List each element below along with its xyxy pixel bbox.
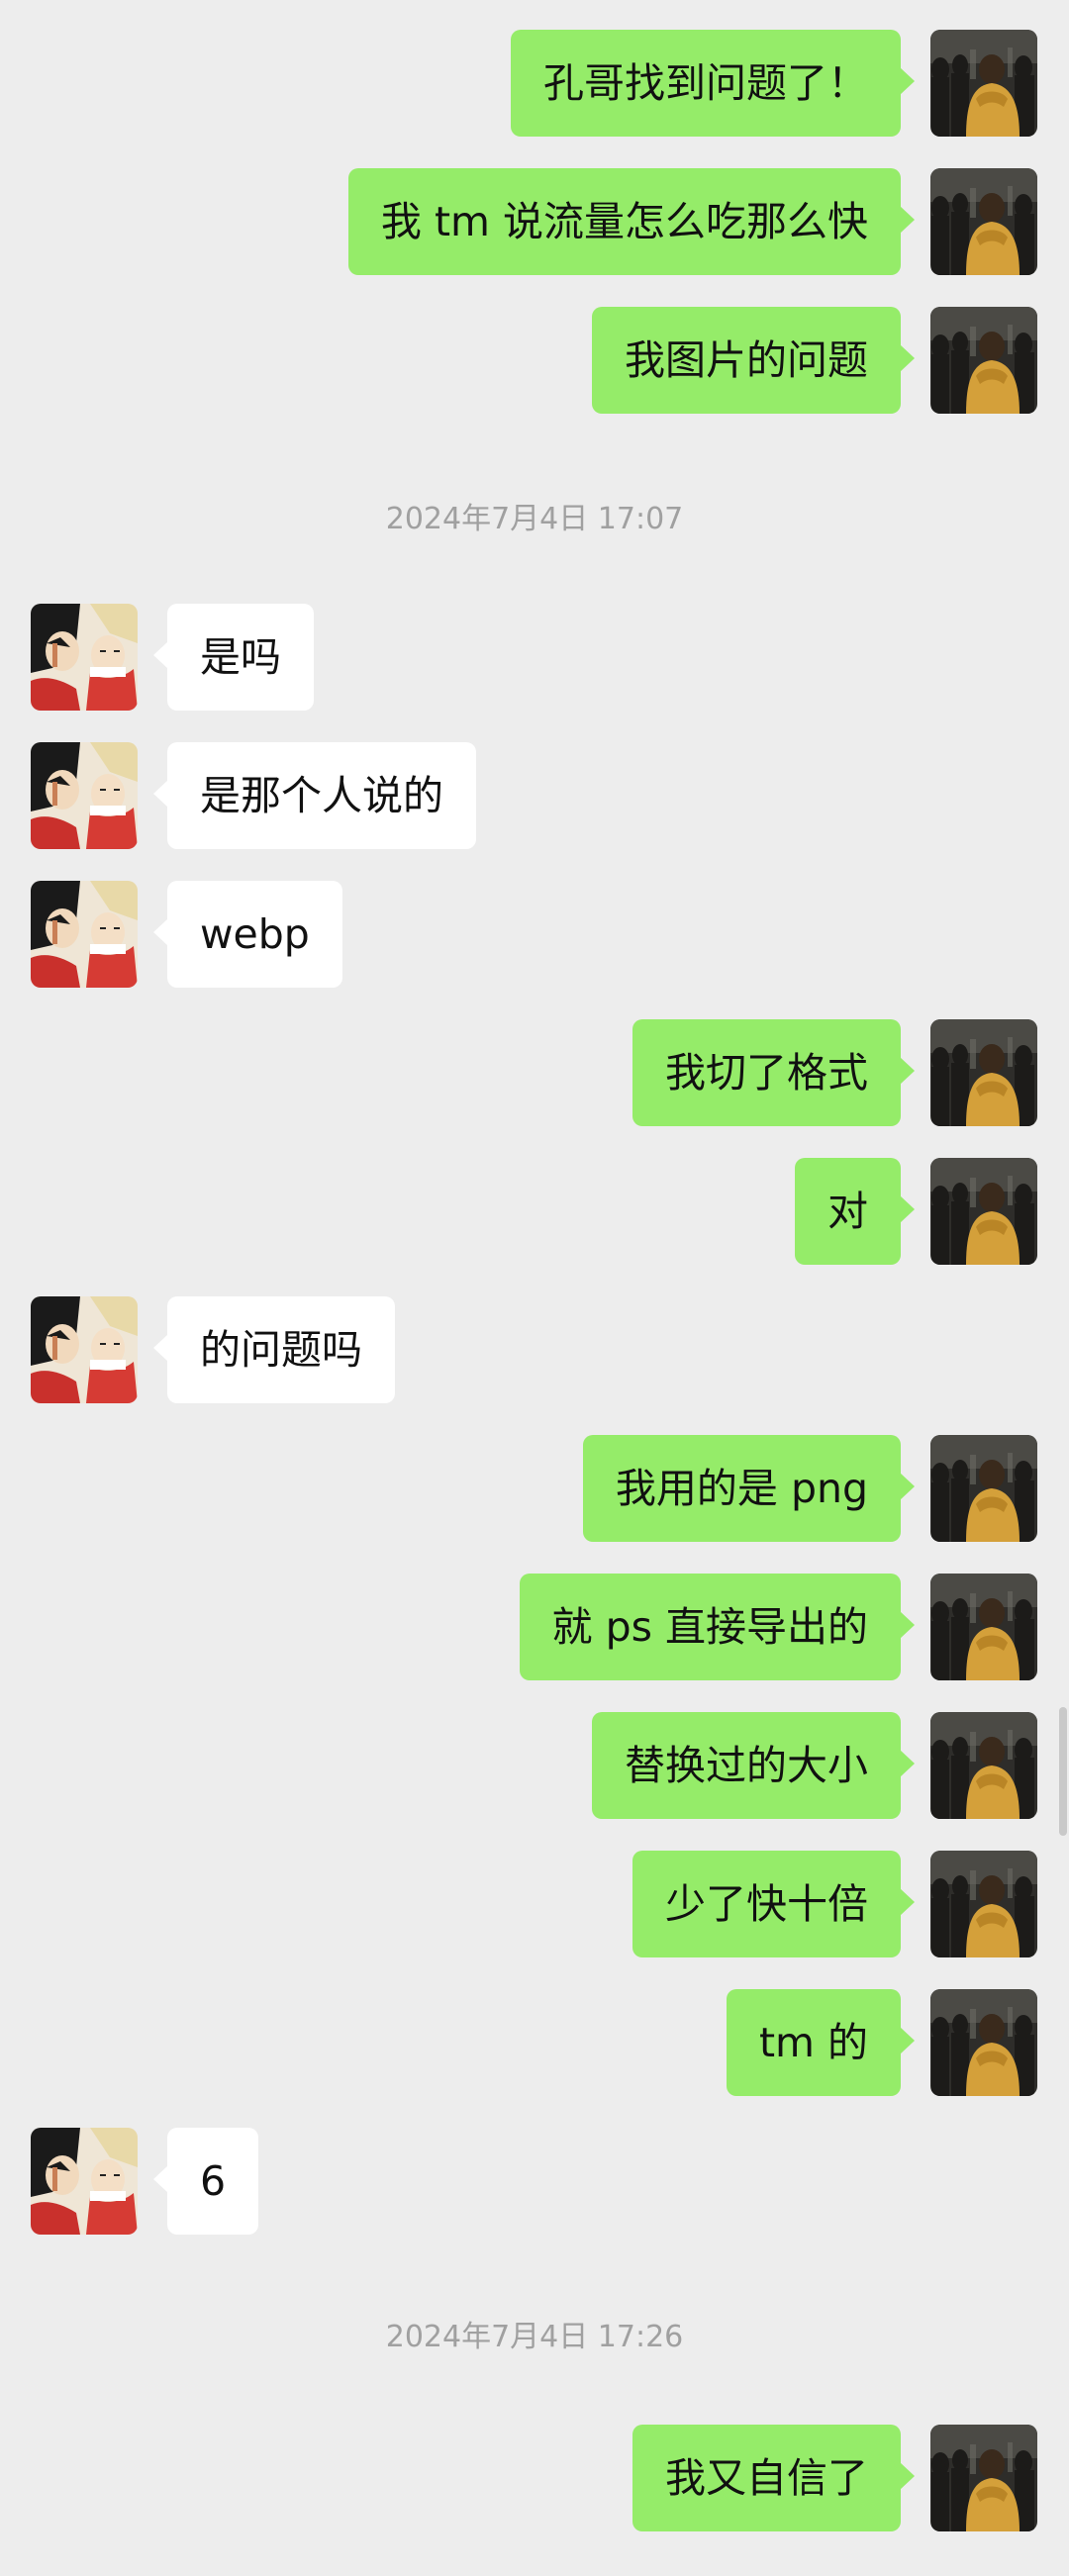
avatar-self-icon[interactable] xyxy=(930,30,1037,137)
message-row-outgoing: tm 的 xyxy=(0,1989,1069,2096)
avatar-contact-icon[interactable] xyxy=(31,881,138,988)
message-bubble[interactable]: 的问题吗 xyxy=(153,1296,395,1403)
message-row-outgoing: 对 xyxy=(0,1158,1069,1265)
message-bubble[interactable]: 对 xyxy=(795,1158,915,1265)
avatar-self-icon[interactable] xyxy=(930,1712,1037,1819)
message-row-outgoing: 少了快十倍 xyxy=(0,1851,1069,1957)
message-bubble[interactable]: 6 xyxy=(152,2128,259,2235)
avatar-self-icon[interactable] xyxy=(930,1435,1037,1542)
avatar-self-icon[interactable] xyxy=(930,168,1037,275)
message-bubble[interactable]: 我又自信了 xyxy=(632,2425,915,2531)
timestamp: 2024年7月4日 17:26 xyxy=(385,2320,684,2354)
message-bubble[interactable]: webp xyxy=(153,881,342,988)
message-row-outgoing: 孔哥找到问题了！ xyxy=(0,30,1069,137)
avatar-contact-icon[interactable] xyxy=(31,742,138,849)
message-bubble[interactable]: 替换过的大小 xyxy=(592,1712,915,1819)
message-bubble[interactable]: 我图片的问题 xyxy=(592,307,915,414)
chat-area[interactable]: 孔哥找到问题了！ 我 tm 说流量怎么吃那么快 我图片的问题 2024年7月4日 … xyxy=(0,0,1069,2576)
avatar-self-icon[interactable] xyxy=(930,307,1037,414)
message-row-incoming: 的问题吗 xyxy=(0,1296,1069,1403)
message-bubble[interactable]: 是那个人说的 xyxy=(153,742,476,849)
message-row-incoming: 是那个人说的 xyxy=(0,742,1069,849)
avatar-self-icon[interactable] xyxy=(930,1851,1037,1957)
avatar-contact-icon[interactable] xyxy=(31,2128,138,2235)
message-bubble[interactable]: 少了快十倍 xyxy=(632,1851,915,1957)
message-row-outgoing: 我切了格式 xyxy=(0,1019,1069,1126)
avatar-contact-icon[interactable] xyxy=(31,604,138,711)
message-row-outgoing: 就 ps 直接导出的 xyxy=(0,1574,1069,1680)
message-bubble[interactable]: 就 ps 直接导出的 xyxy=(519,1574,916,1680)
avatar-self-icon[interactable] xyxy=(930,1989,1037,2096)
message-bubble[interactable]: 我用的是 png xyxy=(582,1435,916,1542)
message-row-outgoing: 替换过的大小 xyxy=(0,1712,1069,1819)
message-row-incoming: 6 xyxy=(0,2128,1069,2235)
message-row-outgoing: 我用的是 png xyxy=(0,1435,1069,1542)
scrollbar[interactable] xyxy=(1059,1707,1067,1836)
avatar-self-icon[interactable] xyxy=(930,2425,1037,2531)
avatar-self-icon[interactable] xyxy=(930,1019,1037,1126)
message-row-incoming: webp xyxy=(0,881,1069,988)
message-row-outgoing: 我图片的问题 xyxy=(0,307,1069,414)
message-bubble[interactable]: tm 的 xyxy=(726,1989,916,2096)
message-bubble[interactable]: 孔哥找到问题了！ xyxy=(511,30,915,137)
message-bubble[interactable]: 我切了格式 xyxy=(632,1019,915,1126)
message-bubble[interactable]: 是吗 xyxy=(153,604,314,711)
message-bubble[interactable]: 我 tm 说流量怎么吃那么快 xyxy=(347,168,916,275)
avatar-self-icon[interactable] xyxy=(930,1158,1037,1265)
avatar-self-icon[interactable] xyxy=(930,1574,1037,1680)
message-row-outgoing: 我 tm 说流量怎么吃那么快 xyxy=(0,168,1069,275)
timestamp: 2024年7月4日 17:07 xyxy=(385,502,684,536)
message-row-incoming: 是吗 xyxy=(0,604,1069,711)
message-row-outgoing: 我又自信了 xyxy=(0,2425,1069,2531)
avatar-contact-icon[interactable] xyxy=(31,1296,138,1403)
